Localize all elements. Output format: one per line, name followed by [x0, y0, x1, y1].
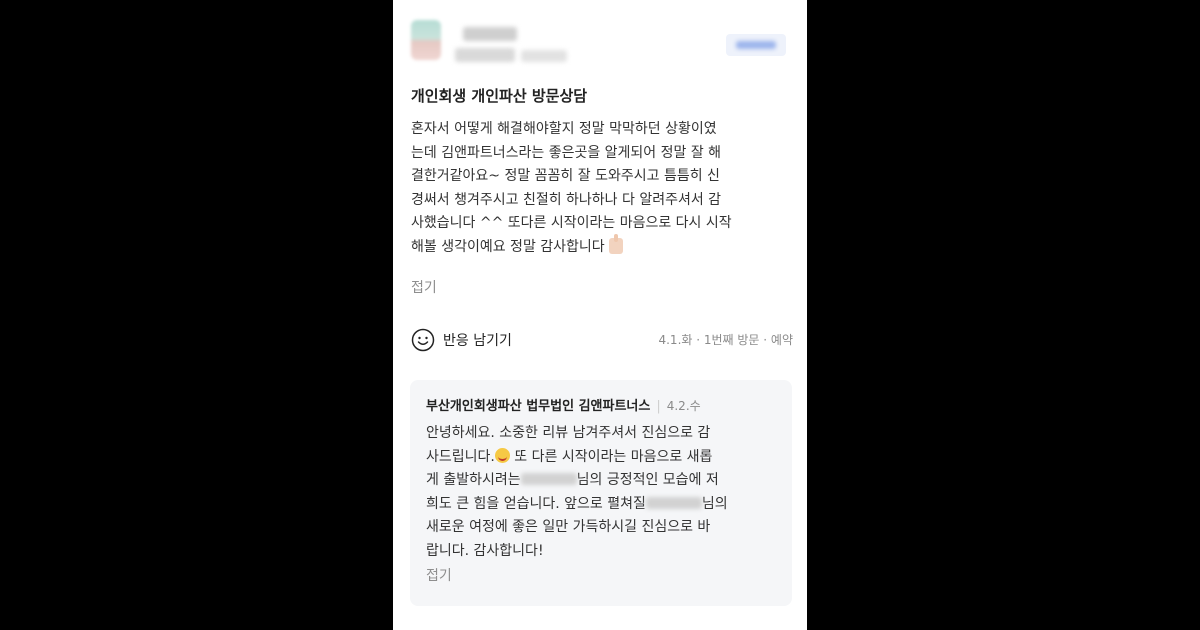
thumbs-up-emoji-icon [609, 233, 624, 254]
smiling-face-emoji-icon [494, 447, 510, 463]
reply-date: 4.2.수 [666, 399, 701, 413]
reply-text: 안녕하세요. 소중한 리뷰 남겨주셔서 진심으로 감 사드립니다. 또 다른 시… [426, 425, 728, 559]
reviewer-stats2-blurred [521, 50, 567, 62]
reply-header: 부산개인회생파산 법무법인 김앤파트너스 | 4.2.수 [426, 396, 701, 417]
reviewer-stats-blurred [455, 48, 515, 62]
reply-owner-name: 부산개인회생파산 법무법인 김앤파트너스 [426, 399, 651, 414]
smile-icon [411, 328, 435, 352]
customer-name-blurred [520, 473, 577, 485]
review-fold-button[interactable]: 접기 [411, 277, 437, 299]
divider: | [656, 399, 661, 414]
owner-reply: 부산개인회생파산 법무법인 김앤파트너스 | 4.2.수 안녕하세요. 소중한 리뷰… [410, 380, 792, 606]
follow-button-blurred[interactable] [726, 34, 786, 56]
reviewer-name-blurred[interactable] [463, 27, 517, 41]
review-card: 개인회생 개인파산 방문상담 혼자서 어떻게 해결해야할지 정말 막막하던 상황… [393, 0, 807, 630]
react-button[interactable]: 반응 남기기 [411, 327, 512, 353]
avatar[interactable] [411, 20, 441, 60]
review-text: 혼자서 어떻게 해결해야할지 정말 막막하던 상황이였 는데 김앤파트너스라는 … [411, 121, 732, 255]
customer-name-blurred [645, 496, 702, 509]
reply-fold-button[interactable]: 접기 [426, 565, 452, 587]
review-title: 개인회생 개인파산 방문상담 [411, 87, 588, 105]
visit-meta: 4.1.화 · 1번째 방문 · 예약 [658, 333, 793, 347]
react-label: 반응 남기기 [443, 333, 512, 349]
